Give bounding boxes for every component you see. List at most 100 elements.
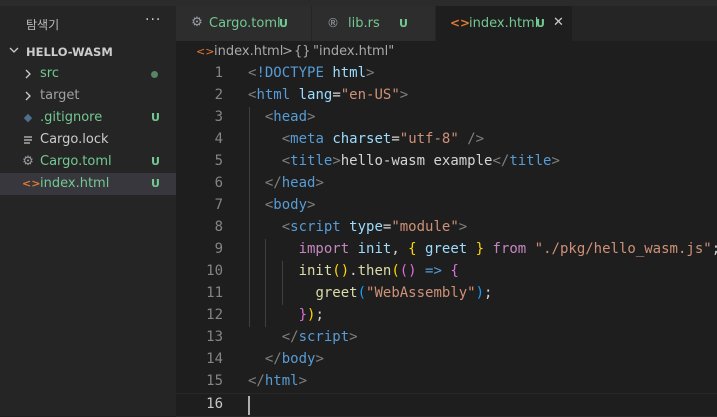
code-line[interactable]: 11 greet("WebAssembly"); [176,283,717,305]
breadcrumb-node[interactable]: "index.html" [313,44,394,59]
tab-label: index.html [469,16,539,31]
close-icon[interactable]: ✕ [553,15,564,30]
explorer-header: 탐색기 ··· [0,6,176,40]
tree-item-label: Cargo.toml [40,154,112,169]
tree-item-label: .gitignore [40,110,103,125]
code-text: </script> [248,329,358,345]
tree-item-cargo-toml[interactable]: ⚙ Cargo.toml U [0,151,176,173]
code-line[interactable]: 16 [176,393,717,417]
tab-index-html[interactable]: <> index.html U ✕ [436,6,573,41]
tree-item-target[interactable]: target [0,85,176,107]
line-number: 3 [214,109,223,125]
code-text: <head> [248,109,316,125]
code-line[interactable]: 8 <script type="module"> [176,217,717,239]
tab-lib-rs[interactable]: ® lib.rs U [312,6,436,41]
code-text: import init, { greet } from "./pkg/hello… [248,241,717,257]
git-file-icon: ◆ [23,111,33,124]
chevron-down-icon [9,47,19,53]
modified-dot-icon [151,71,158,78]
code-line[interactable]: 5 <title>hello-wasm example</title> [176,151,717,173]
html-icon: <> [22,177,41,190]
line-number: 11 [206,285,223,301]
breadcrumb-file[interactable]: index.html [214,44,283,59]
rust-icon: ® [327,16,339,30]
tab-cargo-toml[interactable]: ⚙ Cargo.toml U [176,6,312,41]
line-number: 1 [214,65,223,81]
code-token: then [357,263,392,279]
line-number: 2 [214,87,223,103]
line-number: 10 [206,263,223,279]
code-token: > [332,153,341,169]
code-token: { [408,241,417,257]
code-token: head [273,109,308,125]
code-token: > [366,65,375,81]
code-text: <meta charset="utf-8" /> [248,131,484,147]
code-token: charset [332,131,392,147]
code-token: "en-US" [340,87,400,103]
explorer-sidebar: 탐색기 ··· HELLO-WASM src target ◆ .gitigno… [0,6,176,416]
breadcrumb-separator: > [282,44,293,59]
code-token: > [307,197,316,213]
code-token: type [349,219,383,235]
code-text: greet("WebAssembly"); [248,285,492,301]
code-editor[interactable]: 1 <!DOCTYPE html> 2 <html lang="en-US"> 3 <h… [176,63,717,417]
tab-git-badge: U [536,17,545,30]
explorer-title: 탐색기 [26,18,60,32]
tree-item-gitignore[interactable]: ◆ .gitignore U [0,107,176,129]
more-actions-icon[interactable]: ··· [145,12,161,28]
code-line[interactable]: 3 <head> [176,107,717,129]
editor-tab-bar: ⚙ Cargo.toml U ® lib.rs U <> index.html … [176,6,717,41]
chevron-right-icon [25,91,31,101]
code-token: </ [264,351,282,367]
code-token: </ [492,153,510,169]
code-line[interactable]: 2 <html lang="en-US"> [176,85,717,107]
code-token: script [298,329,350,345]
code-token: < [281,131,291,147]
tab-label: Cargo.toml [209,16,281,31]
code-token: = [332,87,341,103]
code-line[interactable]: 15 </html> [176,371,717,393]
html-icon: <> [450,16,471,30]
code-line[interactable]: 1 <!DOCTYPE html> [176,63,717,85]
code-token: </ [248,373,265,389]
code-line[interactable]: 12 }); [176,305,717,327]
tree-item-src[interactable]: src [0,63,176,85]
tree-item-cargo-lock[interactable]: Cargo.lock [0,129,176,151]
line-number: 12 [206,307,223,323]
code-line[interactable]: 6 </head> [176,173,717,195]
code-token: body [281,351,316,367]
code-token: () [332,263,350,279]
code-text: }); [248,307,324,323]
workspace-folder-label: HELLO-WASM [26,45,113,59]
code-token: "module" [391,219,459,235]
code-line[interactable]: 14 </body> [176,349,717,371]
code-text: <html lang="en-US"> [248,87,408,103]
workspace-folder[interactable]: HELLO-WASM [0,41,176,63]
line-number: 8 [214,219,223,235]
code-line[interactable]: 4 <meta charset="utf-8" /> [176,129,717,151]
code-token: > [458,219,468,235]
code-line[interactable]: 13 </script> [176,327,717,349]
tree-item-index-html[interactable]: <> index.html U [0,173,176,195]
code-token: import [298,241,350,257]
code-line[interactable]: 7 <body> [176,195,717,217]
code-token: /> [467,131,485,147]
code-token: > [551,153,560,169]
code-line[interactable]: 9 import init, { greet } from "./pkg/hel… [176,239,717,261]
code-line[interactable]: 10 init().then(() => { [176,261,717,283]
git-status-badge: U [151,111,160,124]
html-icon: <> [196,45,215,58]
code-token: > [315,351,324,367]
code-token: > [349,329,358,345]
code-token: => [425,263,442,279]
code-text: </html> [248,373,307,389]
